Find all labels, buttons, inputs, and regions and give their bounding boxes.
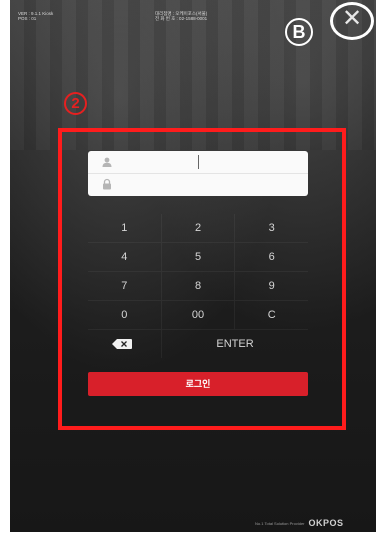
- lock-icon: [103, 178, 111, 190]
- key-00[interactable]: 00: [162, 301, 236, 329]
- user-id-input[interactable]: [118, 151, 303, 173]
- backspace-button[interactable]: [88, 330, 162, 358]
- backspace-icon: [112, 339, 132, 349]
- key-0[interactable]: 0: [88, 301, 162, 329]
- password-row: [88, 173, 308, 195]
- key-7[interactable]: 7: [88, 272, 162, 300]
- key-5[interactable]: 5: [162, 243, 236, 271]
- credentials-box: [88, 151, 308, 196]
- key-3[interactable]: 3: [235, 214, 308, 242]
- login-button[interactable]: 로그인: [88, 372, 308, 396]
- numeric-keypad: 1 2 3 4 5 6 7 8 9 0 00 C ENTER: [88, 214, 308, 358]
- key-4[interactable]: 4: [88, 243, 162, 271]
- key-8[interactable]: 8: [162, 272, 236, 300]
- login-panel: 1 2 3 4 5 6 7 8 9 0 00 C ENTER 로그인: [88, 151, 308, 397]
- keypad-row: 1 2 3: [88, 214, 308, 243]
- version-info-line: POS : 01: [18, 16, 37, 21]
- key-1[interactable]: 1: [88, 214, 162, 242]
- brand-logo: OKPOS: [308, 518, 344, 528]
- user-id-row: [88, 151, 308, 174]
- keypad-row: ENTER: [88, 330, 308, 358]
- footer-branding: No.1 Total Solution Provider OKPOS: [255, 518, 344, 528]
- version-info: VER : 9.1.1 Kiosk POS : 01: [18, 11, 53, 21]
- dealer-info: 대리점명 : 오케이포스(서울) 전 화 번 호 : 02-1588-0001: [155, 11, 207, 21]
- close-icon[interactable]: ✕: [340, 5, 364, 33]
- text-cursor: [198, 155, 199, 169]
- keypad-row: 7 8 9: [88, 272, 308, 301]
- annotation-marker-b: B: [285, 18, 313, 46]
- password-input[interactable]: [118, 173, 303, 195]
- key-clear[interactable]: C: [235, 301, 308, 329]
- key-2[interactable]: 2: [162, 214, 236, 242]
- keypad-row: 4 5 6: [88, 243, 308, 272]
- keypad-row: 0 00 C: [88, 301, 308, 330]
- user-icon: [102, 157, 112, 167]
- key-9[interactable]: 9: [235, 272, 308, 300]
- annotation-step-marker: 2: [64, 92, 87, 115]
- dealer-info-line: 전 화 번 호 : 02-1588-0001: [155, 16, 208, 21]
- enter-button[interactable]: ENTER: [162, 330, 308, 358]
- key-6[interactable]: 6: [235, 243, 308, 271]
- footer-tagline: No.1 Total Solution Provider: [255, 520, 305, 526]
